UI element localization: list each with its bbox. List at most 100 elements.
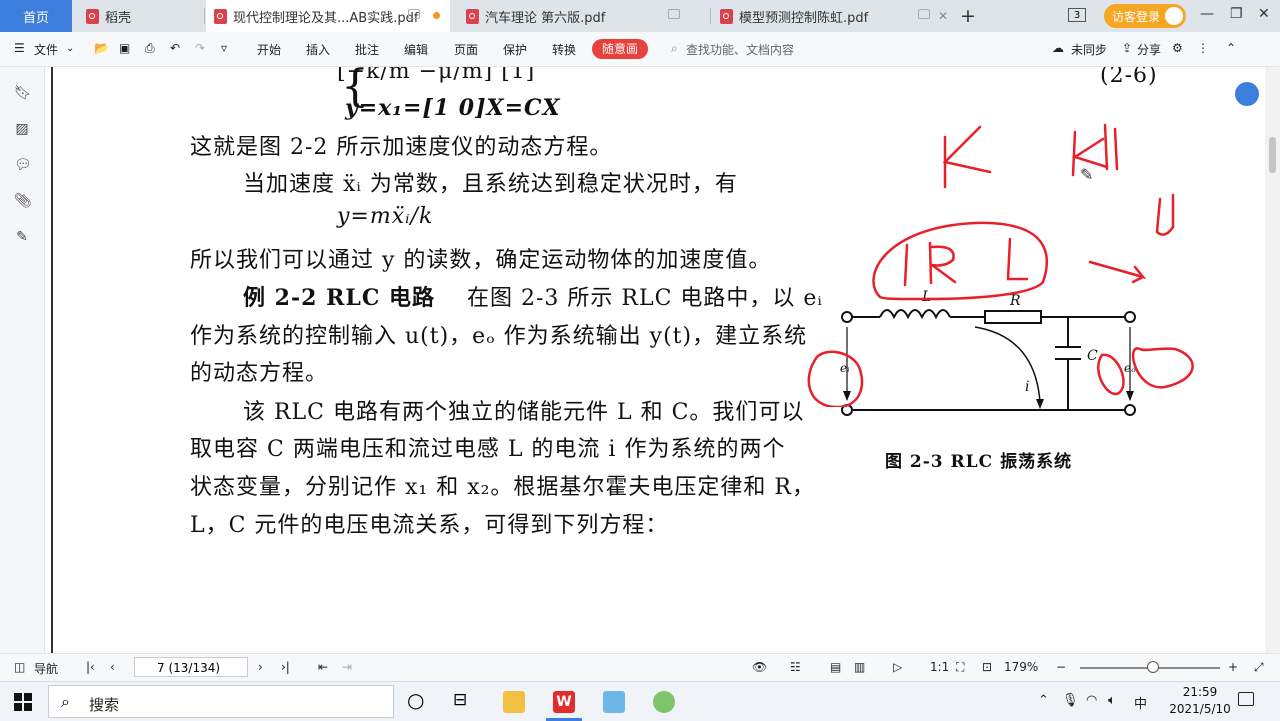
monitor-icon[interactable] (408, 9, 420, 19)
restore-icon[interactable]: ❐ (1230, 6, 1243, 22)
unsynced-button[interactable]: 未同步 (1071, 41, 1107, 58)
hamburger-menu-icon[interactable]: ☰ (14, 41, 25, 55)
first-page-icon[interactable]: |‹ (86, 660, 95, 674)
page-number-input[interactable]: 7 (13/134) (134, 657, 248, 677)
cloud-sync-icon: ☁ (1052, 41, 1064, 55)
wps-office-icon[interactable]: W (553, 691, 575, 713)
actual-size-icon[interactable]: 1:1 (930, 660, 949, 674)
window-count-badge[interactable]: 3 (1068, 8, 1086, 22)
system-clock[interactable]: 21:59 2021/5/10 (1168, 684, 1232, 718)
bookmark-icon[interactable]: 🔖︎ (14, 85, 32, 101)
share-button[interactable]: 分享 (1137, 41, 1161, 58)
menu-comment[interactable]: 批注 (355, 41, 379, 58)
eye-protection-icon[interactable]: 👁︎ (752, 660, 767, 674)
clock-time: 21:59 (1182, 685, 1218, 699)
left-sidebar: 🔖︎ ▨ 💬︎ 📎︎ ✎ (0, 67, 45, 653)
add-tab-icon[interactable]: + (960, 5, 976, 27)
guest-login-button[interactable]: 访客登录 (1104, 4, 1186, 28)
settings-gear-icon[interactable]: ⚙ (1172, 41, 1183, 55)
floating-tools-button[interactable] (1235, 82, 1259, 106)
task-view-icon[interactable]: ⊟ (453, 690, 467, 710)
go-back-icon[interactable]: ⇤ (318, 660, 328, 674)
thumbnail-icon[interactable]: ▨ (14, 121, 30, 137)
app-icon[interactable] (603, 691, 625, 713)
paragraph-line: 所以我们可以通过 y 的读数，确定运动物体的加速度值。 (190, 248, 772, 273)
fullscreen-icon[interactable]: ⤢ (1254, 660, 1264, 675)
taskbar-search-box[interactable]: ⌕ 搜索 (48, 685, 394, 718)
zoom-in-icon[interactable]: + (1228, 660, 1238, 674)
file-menu[interactable]: 文件 (34, 41, 58, 58)
search-icon: ⌕ (671, 41, 678, 55)
scrollbar-thumb[interactable] (1269, 137, 1276, 173)
menu-edit[interactable]: 编辑 (404, 41, 428, 58)
pdf-icon (720, 8, 733, 24)
window-close-icon[interactable]: ✕ (1258, 6, 1270, 22)
redo-icon[interactable]: ↷ (195, 41, 205, 55)
vertical-scrollbar[interactable] (1265, 67, 1280, 653)
close-icon[interactable]: ✕ (938, 9, 948, 23)
continuous-view-icon[interactable]: ☷ (790, 660, 801, 674)
tab-vehicle-theory[interactable]: 汽车理论 第六版.pdf (458, 0, 706, 32)
more-icon[interactable]: ⋮ (1197, 41, 1209, 55)
tray-expand-icon[interactable]: ⌃ (1038, 693, 1049, 708)
paragraph-line: 该 RLC 电路有两个独立的储能元件 L 和 C。我们可以 (243, 400, 805, 425)
notification-center-icon[interactable] (1238, 692, 1254, 706)
wechat-icon[interactable] (653, 691, 675, 713)
open-icon[interactable]: 📂 (94, 41, 109, 55)
tab-mpc[interactable]: 模型预测控制陈虹.pdf ✕ (712, 0, 956, 32)
attachment-icon[interactable]: 📎︎ (14, 193, 32, 209)
next-page-icon[interactable]: › (258, 660, 263, 674)
zoom-slider-handle[interactable] (1147, 661, 1159, 673)
minimize-icon[interactable]: — (1200, 6, 1214, 22)
undo-icon[interactable]: ↶ (170, 41, 180, 55)
tab-modern-control[interactable]: 现代控制理论及其...AB实践.pdf (206, 0, 450, 32)
menu-protect[interactable]: 保护 (503, 41, 527, 58)
go-forward-icon[interactable]: ⇥ (342, 660, 352, 674)
search-input[interactable]: 查找功能、文档内容 (686, 41, 794, 58)
windows-taskbar: ⌕ 搜索 ○ ⊟ W ⌃ 🎙︎ ◠ 🔈︎ 中 21:59 2021/5/10 (0, 681, 1280, 721)
windows-start-icon[interactable] (14, 693, 32, 711)
ime-indicator[interactable]: 中 (1134, 693, 1147, 712)
previous-page-icon[interactable]: ‹ (110, 660, 115, 674)
equation-row-2: y=x₁=[1 0]X=CX (345, 95, 561, 121)
quick-access-dropdown-icon[interactable]: ▿ (221, 41, 227, 55)
dual-page-icon[interactable]: ▥ (854, 660, 865, 674)
play-icon[interactable]: ▷ (893, 660, 902, 674)
equation-number: (2-6) (1100, 67, 1158, 88)
single-page-icon[interactable]: ▤ (830, 660, 841, 674)
last-page-icon[interactable]: ›| (281, 660, 290, 674)
pen-cursor-icon: ✎ (1080, 165, 1094, 184)
paragraph-line: 这就是图 2-2 所示加速度仪的动态方程。 (190, 135, 613, 160)
comment-icon[interactable]: 💬︎ (14, 157, 32, 173)
tab-separator (204, 8, 205, 24)
volume-icon[interactable]: 🔈︎ (1108, 693, 1116, 708)
tab-daoke[interactable]: 稻壳 (78, 0, 200, 32)
random-read-button[interactable]: 随意画 (592, 39, 648, 59)
cortana-icon[interactable]: ○ (407, 688, 424, 712)
chevron-down-icon[interactable]: ⌄ (66, 43, 74, 54)
menu-convert[interactable]: 转换 (552, 41, 576, 58)
navigation-button[interactable]: 导航 (34, 660, 58, 677)
zoom-out-icon[interactable]: − (1056, 660, 1066, 674)
pdf-icon (214, 8, 227, 24)
signature-icon[interactable]: ✎ (14, 229, 30, 245)
wifi-icon[interactable]: ◠ (1086, 693, 1097, 708)
fit-width-icon[interactable]: ⊡ (982, 660, 992, 674)
tab-separator (710, 8, 711, 24)
monitor-icon[interactable] (918, 9, 930, 19)
collapse-toolbar-icon[interactable]: ⌃ (1226, 41, 1236, 55)
menu-insert[interactable]: 插入 (306, 41, 330, 58)
monitor-icon[interactable] (668, 9, 680, 19)
zoom-level[interactable]: 179% (1004, 660, 1038, 674)
avatar-icon (1165, 7, 1183, 25)
microphone-icon[interactable]: 🎙︎ (1062, 693, 1079, 708)
file-explorer-icon[interactable] (503, 691, 525, 713)
menu-start[interactable]: 开始 (257, 41, 281, 58)
menu-page[interactable]: 页面 (454, 41, 478, 58)
document-view[interactable]: ⌊−k/m −μ/m⌋ ⌊1⌋ (2-6) y=x₁=[1 0]X=CX { 这… (45, 67, 1265, 653)
print-icon[interactable]: ⎙ (145, 41, 155, 56)
save-icon[interactable]: ▣ (119, 41, 130, 55)
tab-home[interactable]: 首页 (0, 0, 72, 32)
fit-page-icon[interactable]: ⛶ (956, 660, 964, 675)
navigation-pane-icon[interactable]: ◫ (14, 660, 25, 674)
